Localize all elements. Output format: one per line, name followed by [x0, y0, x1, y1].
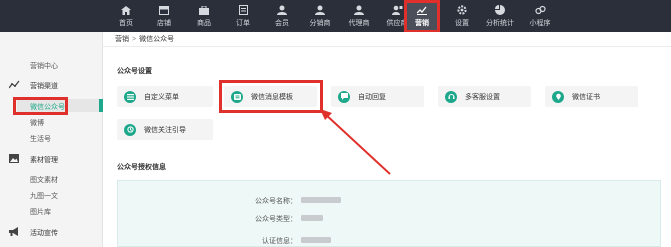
sidebar-group-materials: 素材管理	[30, 157, 58, 164]
sidebar-item-life[interactable]: 生活号	[30, 134, 51, 144]
top-nav-bar: 首页 店铺 商品 订单 会员 分销商 代理商 供应商 营销 设置 分析统计 小程…	[0, 0, 671, 32]
auth-field-label: 认证信息：	[262, 238, 297, 245]
sidebar-group-activity: 活动宣传	[30, 230, 58, 237]
nav-label: 小程序	[529, 19, 551, 27]
auth-field-label: 公众号类型：	[255, 216, 297, 223]
nav-item-order[interactable]: 订单	[223, 0, 263, 32]
breadcrumb-separator: >	[132, 36, 137, 43]
nav-label: 分销商	[309, 19, 331, 27]
highlight-box-card	[219, 80, 323, 113]
nav-label: 分析统计	[486, 19, 514, 27]
card-label: 自定义菜单	[144, 93, 179, 101]
auth-section-title: 公众号授权信息	[117, 164, 166, 171]
gear-icon	[456, 5, 468, 16]
sidebar-item-weibo[interactable]: 微博	[30, 118, 44, 128]
distributor-icon	[314, 5, 326, 16]
redacted-value	[301, 215, 323, 221]
nav-label: 商品	[197, 19, 211, 27]
card-label: 多客服设置	[465, 93, 500, 101]
custom-menu-card[interactable]: 自定义菜单	[117, 86, 213, 107]
goods-icon	[198, 5, 210, 16]
megaphone-icon	[8, 226, 20, 236]
nav-label: 代理商	[348, 19, 370, 27]
annotation-arrow	[320, 109, 391, 175]
nav-label: 设置	[455, 19, 469, 27]
nav-label: 首页	[119, 19, 133, 27]
nav-label: 会员	[275, 19, 289, 27]
redacted-value	[301, 237, 331, 243]
follow-guide-icon	[124, 123, 136, 136]
card-label: 微信关注引导	[144, 126, 186, 134]
card-label: 自动回复	[358, 93, 386, 101]
order-icon	[237, 5, 249, 16]
redacted-value	[301, 197, 341, 203]
nav-item-distributor[interactable]: 分销商	[300, 0, 340, 32]
sidebar-item-marketing-center[interactable]: 营销中心	[30, 61, 58, 71]
sidebar-group-channels: 营销渠道	[30, 83, 58, 90]
breadcrumb-parent[interactable]: 营销	[115, 36, 129, 43]
customer-service-icon	[445, 90, 457, 103]
auth-field-label: 公众号名称：	[255, 198, 297, 205]
sidebar-active-marker	[99, 99, 103, 112]
nav-label: 店铺	[157, 19, 171, 27]
highlight-box-sidebar	[13, 97, 68, 115]
settings-section-title: 公众号设置	[117, 68, 152, 75]
nav-item-mini-program[interactable]: 小程序	[520, 0, 560, 32]
member-icon	[276, 5, 288, 16]
auto-reply-card[interactable]: 自动回复	[331, 86, 424, 107]
sidebar-item-image-library[interactable]: 图片库	[30, 207, 51, 217]
nav-item-home[interactable]: 首页	[106, 0, 146, 32]
channel-trend-icon	[8, 79, 20, 89]
mini-program-icon	[534, 5, 546, 16]
highlight-box-nav	[404, 0, 440, 33]
certificate-card[interactable]: 微信证书	[545, 86, 638, 107]
list-icon	[124, 90, 136, 103]
card-label: 微信证书	[572, 93, 600, 101]
home-icon	[120, 5, 132, 16]
nav-item-goods[interactable]: 商品	[184, 0, 224, 32]
breadcrumb-current: 微信公众号	[139, 36, 175, 43]
nav-item-settings[interactable]: 设置	[442, 0, 482, 32]
nav-item-member[interactable]: 会员	[262, 0, 302, 32]
follow-guide-card[interactable]: 微信关注引导	[117, 119, 213, 140]
image-material-icon	[8, 153, 20, 163]
supplier-icon	[391, 5, 403, 16]
sidebar-item-article-material[interactable]: 图文素材	[30, 175, 58, 185]
nav-item-analytics[interactable]: 分析统计	[480, 0, 520, 32]
nav-item-agent[interactable]: 代理商	[339, 0, 379, 32]
nav-item-shop[interactable]: 店铺	[144, 0, 184, 32]
customer-service-card[interactable]: 多客服设置	[438, 86, 531, 107]
sidebar-item-nine-image[interactable]: 九图一文	[30, 191, 58, 201]
agent-icon	[353, 5, 365, 16]
shop-icon	[158, 5, 170, 16]
auth-info-panel	[117, 180, 661, 247]
pie-chart-icon	[494, 5, 506, 16]
breadcrumb: 营销 > 微信公众号	[103, 32, 671, 47]
nav-label: 订单	[236, 19, 250, 27]
chat-bubble-icon	[338, 90, 350, 103]
certificate-icon	[552, 90, 564, 103]
